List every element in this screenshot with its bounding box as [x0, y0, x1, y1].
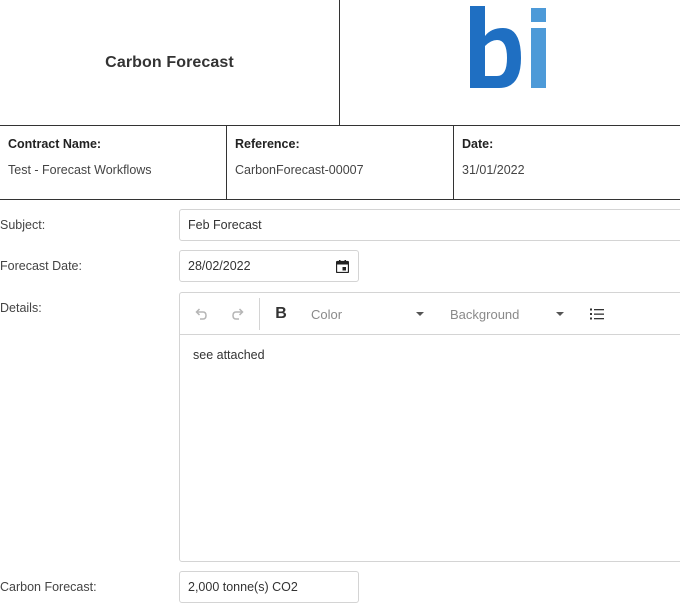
bulleted-list-icon [590, 308, 604, 320]
date-cell: Date: 31/01/2022 [454, 126, 680, 199]
details-label: Details: [0, 301, 42, 315]
undo-button[interactable] [190, 293, 212, 335]
logo-i-dot [531, 8, 546, 22]
forecast-date-label: Forecast Date: [0, 259, 82, 273]
contract-name-cell: Contract Name: Test - Forecast Workflows [0, 126, 227, 199]
logo-b-bowl [485, 28, 521, 88]
reference-value: CarbonForecast-00007 [235, 163, 364, 177]
header-title-cell: Carbon Forecast [0, 0, 340, 125]
date-label: Date: [462, 137, 494, 151]
editor-toolbar: B Color Background [180, 293, 680, 335]
logo-cell [341, 0, 680, 125]
reference-cell: Reference: CarbonForecast-00007 [227, 126, 454, 199]
contract-info-row: Contract Name: Test - Forecast Workflows… [0, 126, 680, 200]
chevron-down-icon [556, 312, 564, 316]
bold-button[interactable]: B [270, 293, 292, 335]
undo-icon [195, 308, 207, 320]
forecast-date-value: 28/02/2022 [188, 259, 251, 273]
color-select[interactable]: Color [311, 293, 426, 335]
toolbar-separator [259, 298, 260, 330]
report-header: Carbon Forecast [0, 0, 680, 126]
logo-i-stem [531, 28, 546, 88]
page-title: Carbon Forecast [105, 53, 234, 71]
contract-name-label: Contract Name: [8, 137, 102, 151]
forecast-date-input[interactable]: 28/02/2022 [179, 250, 359, 282]
subject-input[interactable]: Feb Forecast [179, 209, 680, 241]
contract-name-value: Test - Forecast Workflows [8, 163, 152, 177]
subject-input-value: Feb Forecast [188, 218, 262, 232]
bulleted-list-button[interactable] [586, 293, 608, 335]
editor-content[interactable]: see attached [193, 348, 265, 362]
chevron-down-icon [416, 312, 424, 316]
carbon-forecast-input[interactable]: 2,000 tonne(s) CO2 [179, 571, 359, 603]
company-logo [470, 6, 546, 88]
redo-button[interactable] [227, 293, 249, 335]
redo-icon [232, 308, 244, 320]
color-select-label: Color [311, 306, 343, 322]
background-select-label: Background [450, 306, 520, 322]
carbon-forecast-value: 2,000 tonne(s) CO2 [188, 580, 298, 594]
reference-label: Reference: [235, 137, 300, 151]
background-select[interactable]: Background [450, 293, 565, 335]
carbon-forecast-label: Carbon Forecast: [0, 580, 97, 594]
calendar-icon[interactable] [336, 260, 349, 273]
subject-label: Subject: [0, 218, 46, 232]
details-rich-text-editor[interactable]: B Color Background see attached [179, 292, 680, 562]
date-value: 31/01/2022 [462, 163, 525, 177]
logo-b-stem [470, 6, 485, 88]
